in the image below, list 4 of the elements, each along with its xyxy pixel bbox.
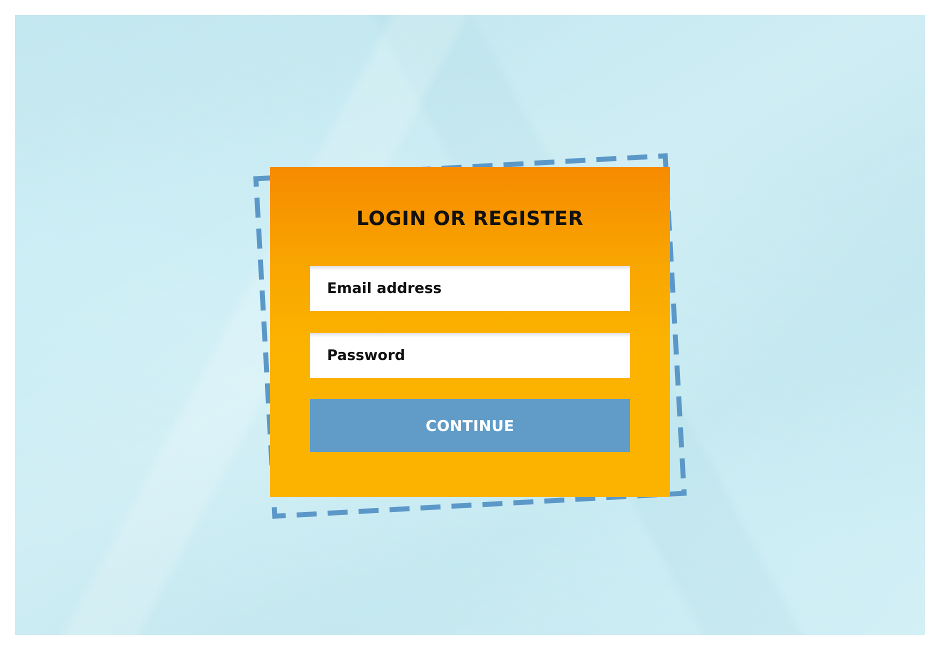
- form-title: LOGIN OR REGISTER: [356, 207, 584, 231]
- input-field[interactable]: Password: [310, 333, 630, 378]
- continue-button[interactable]: CONTINUE: [310, 399, 630, 452]
- input-field[interactable]: Email address: [310, 266, 630, 311]
